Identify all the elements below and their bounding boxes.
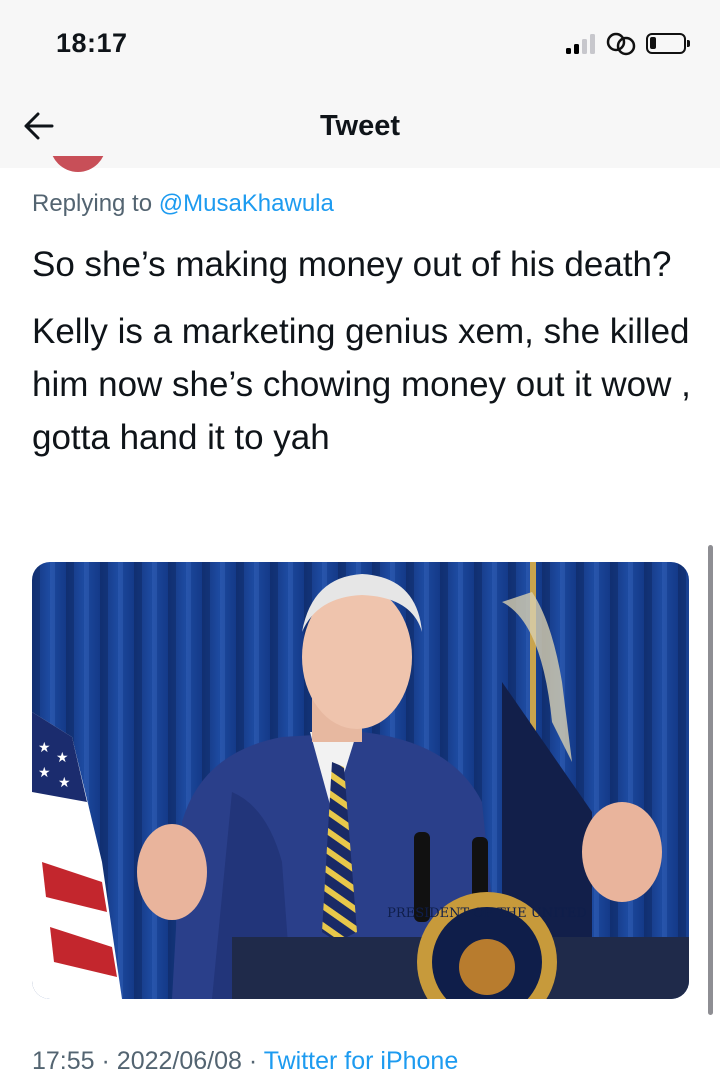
battery-icon: [646, 33, 690, 54]
seal-text: PRESIDENT OF THE UNITED: [387, 906, 587, 921]
replying-to: Replying to @MusaKhawula: [32, 190, 334, 218]
svg-text:★: ★: [38, 740, 51, 756]
nav-bar: Tweet: [0, 90, 720, 168]
status-time: 18:17: [56, 28, 128, 58]
svg-text:★: ★: [56, 750, 69, 766]
svg-text:★: ★: [38, 765, 51, 781]
tweet-media-image[interactable]: ★ ★ ★ ★ PRESIDENT OF THE UNITED: [32, 562, 689, 999]
tweet-time: 17:55: [32, 1047, 95, 1075]
tweet-source-link[interactable]: Twitter for iPhone: [264, 1047, 459, 1075]
meta-separator: ·: [101, 1047, 110, 1075]
signal-icon: [566, 34, 598, 54]
tweet-date: 2022/06/08: [116, 1047, 242, 1075]
scrollbar[interactable]: [708, 545, 713, 1015]
meta-separator: ·: [248, 1047, 258, 1075]
tweet-meta: 17:55 · 2022/06/08 · Twitter for iPhone: [32, 1047, 458, 1076]
tweet-text: So she’s making money out of his death? …: [32, 238, 700, 464]
tweet-paragraph: Kelly is a marketing genius xem, she kil…: [32, 312, 691, 457]
replying-handle-link[interactable]: @MusaKhawula: [159, 190, 334, 217]
link-icon: [605, 30, 637, 58]
tweet-paragraph: So she’s making money out of his death?: [32, 245, 672, 284]
replying-prefix: Replying to: [32, 190, 153, 217]
page-title: Tweet: [319, 110, 401, 142]
avatar[interactable]: [50, 156, 106, 174]
svg-text:★: ★: [58, 775, 71, 791]
status-bar: 18:17: [0, 0, 720, 90]
